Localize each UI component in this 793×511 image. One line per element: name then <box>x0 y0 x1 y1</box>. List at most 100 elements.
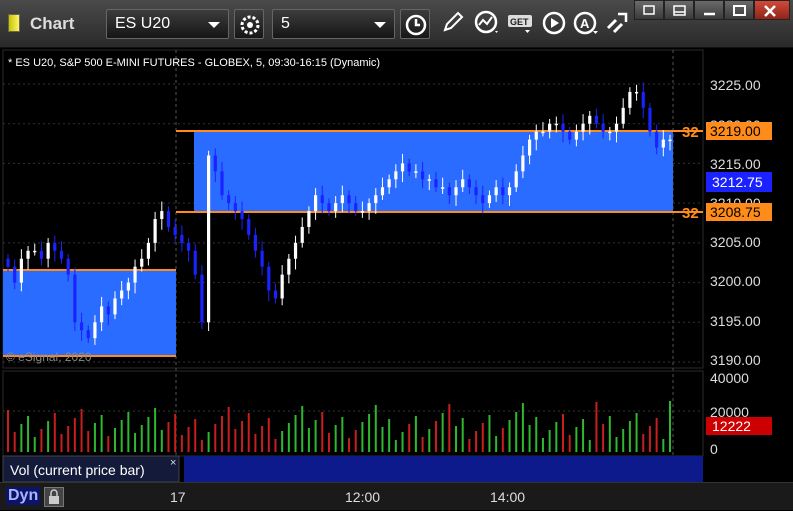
line-chart-icon <box>474 10 498 34</box>
candle-body <box>267 266 271 291</box>
draw-button[interactable] <box>440 9 470 39</box>
candle-body <box>648 107 652 132</box>
close-icon[interactable]: × <box>170 457 176 469</box>
volume-bar <box>67 426 70 452</box>
link-button[interactable] <box>604 6 634 40</box>
close-button[interactable] <box>754 0 790 20</box>
candle-body <box>561 123 565 132</box>
volume-bar <box>394 440 397 452</box>
candle-body <box>39 250 44 259</box>
volume-bar <box>120 420 123 452</box>
volume-bar <box>127 412 130 452</box>
candle-body <box>394 171 398 180</box>
volume-bar <box>481 423 484 452</box>
volume-bar <box>267 418 270 452</box>
price-label: 3205.00 <box>710 234 761 250</box>
candle-body <box>93 322 97 339</box>
time-label: 14:00 <box>490 489 526 505</box>
dynamic-mode-label[interactable]: Dyn <box>6 487 41 505</box>
candle-body <box>487 195 492 204</box>
candle-body <box>193 250 197 275</box>
alert-icon: A <box>573 11 598 35</box>
prior-range-zone <box>3 270 176 356</box>
candle-body <box>260 250 264 267</box>
candle-body <box>200 274 204 323</box>
candle-body <box>13 266 17 283</box>
volume-bar <box>348 438 351 452</box>
candle-body <box>220 171 224 196</box>
candle-body <box>594 115 599 124</box>
candle-body <box>581 123 585 132</box>
volume-bar <box>314 420 317 452</box>
alert-button[interactable]: A <box>572 9 604 39</box>
candle-body <box>327 203 331 212</box>
dock-icon <box>673 5 686 16</box>
volume-bar <box>441 413 444 452</box>
volume-bar <box>247 413 250 452</box>
restore-button[interactable] <box>634 0 664 20</box>
volume-bar <box>548 430 551 452</box>
symbol-value: ES U20 <box>115 15 171 32</box>
candle-body <box>641 91 645 108</box>
volume-bar <box>461 418 464 452</box>
candle-body <box>73 274 77 323</box>
current-price-value: 3212.75 <box>712 174 763 190</box>
volume-bar <box>93 423 96 452</box>
chart-icon <box>8 14 20 32</box>
candle-body <box>661 139 665 148</box>
candle-body <box>207 155 211 323</box>
chevron-down-icon <box>208 22 220 28</box>
volume-bar <box>20 424 23 452</box>
volume-bar <box>562 414 565 452</box>
dock-button[interactable] <box>664 0 694 20</box>
volume-bar <box>361 422 364 452</box>
candle-body <box>233 203 237 212</box>
interval-select[interactable]: 5 <box>272 9 395 39</box>
candle-body <box>19 258 23 283</box>
lock-button[interactable] <box>44 487 64 507</box>
candle-body <box>146 242 151 259</box>
volume-bar <box>87 431 90 452</box>
volume-bar <box>615 437 618 452</box>
candle-body <box>494 187 498 196</box>
maximize-button[interactable] <box>724 0 754 20</box>
time-button[interactable] <box>400 9 430 39</box>
volume-bar <box>301 406 304 452</box>
volume-bar <box>528 425 531 452</box>
studies-button[interactable] <box>473 9 505 39</box>
chart-area[interactable]: * ES U20, S&P 500 E-MINI FUTURES - GLOBE… <box>0 48 793 482</box>
volume-bar <box>200 440 203 452</box>
volume-bar <box>642 434 645 452</box>
volume-bar <box>408 424 411 452</box>
interval-value: 5 <box>281 15 290 32</box>
candle-body <box>273 290 278 299</box>
candle-body <box>280 274 284 299</box>
candle-body <box>608 131 612 134</box>
volume-bar <box>515 412 518 452</box>
link-icon <box>606 12 628 34</box>
volume-bar <box>160 430 163 452</box>
volume-bar <box>468 439 471 452</box>
get-button[interactable]: GET <box>507 9 539 39</box>
volume-bar <box>334 425 337 452</box>
settings-button[interactable] <box>234 9 264 39</box>
candle-body <box>554 123 558 126</box>
volume-bar <box>287 423 290 452</box>
chart-header: * ES U20, S&P 500 E-MINI FUTURES - GLOBE… <box>8 57 380 69</box>
candle-body <box>307 211 311 227</box>
candle-body <box>133 266 137 283</box>
volume-bar <box>261 426 264 452</box>
symbol-select[interactable]: ES U20 <box>106 9 229 39</box>
minimize-button[interactable] <box>694 0 724 20</box>
candle-body <box>33 250 37 253</box>
volume-bar <box>147 417 150 452</box>
volume-bar <box>401 432 404 452</box>
candle-body <box>213 155 217 172</box>
key-level-zone <box>194 132 673 211</box>
volume-bar <box>167 422 170 452</box>
play-button[interactable] <box>541 9 571 39</box>
candle-body <box>548 123 552 132</box>
volume-bar <box>80 409 83 452</box>
candle-body <box>59 250 64 259</box>
candle-body <box>374 195 378 204</box>
